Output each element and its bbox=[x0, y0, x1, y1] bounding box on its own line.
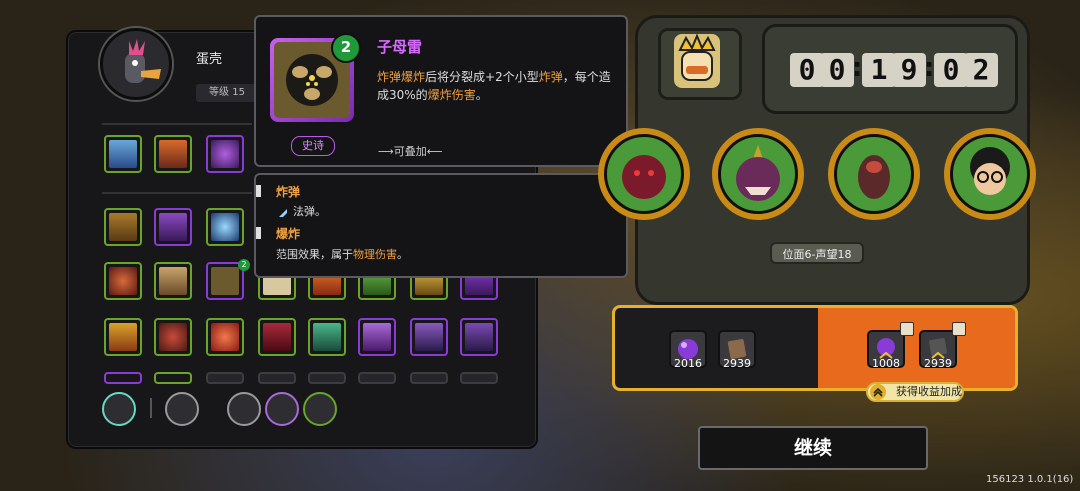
desc-keyword: 物理伤害 bbox=[353, 248, 397, 261]
empty-slot bbox=[206, 372, 244, 384]
timer-digit: 9 bbox=[892, 53, 926, 87]
reward-value: 2939 bbox=[723, 357, 751, 370]
desc-keyword: 爆炸伤害 bbox=[427, 88, 476, 102]
keyword-tooltip bbox=[254, 173, 628, 278]
timer-digit: 1 bbox=[862, 53, 896, 87]
desc-text: 。 bbox=[475, 88, 488, 102]
bonus-reward-section bbox=[818, 308, 1015, 388]
section-divider bbox=[102, 192, 252, 194]
empty-slot bbox=[358, 372, 396, 384]
demon-face-icon bbox=[622, 155, 666, 199]
desc-text: 。 bbox=[397, 248, 408, 261]
stack-count-badge: 2 bbox=[238, 259, 250, 271]
crown-king-icon bbox=[674, 33, 720, 88]
continue-button[interactable]: 继续 bbox=[698, 426, 928, 470]
filter-all-button[interactable] bbox=[102, 392, 136, 426]
filter-epic-button[interactable] bbox=[265, 392, 299, 426]
filter-weapon-button[interactable] bbox=[165, 392, 199, 426]
empty-slot bbox=[258, 372, 296, 384]
filter-nature-button[interactable] bbox=[303, 392, 337, 426]
item-stack-badge: 2 bbox=[331, 33, 361, 63]
empty-slot bbox=[460, 372, 498, 384]
empty-slot bbox=[410, 372, 448, 384]
skill-slot[interactable] bbox=[358, 318, 396, 356]
character-portrait bbox=[100, 28, 172, 100]
skill-slot[interactable] bbox=[154, 208, 192, 246]
equipped-skill-slot[interactable] bbox=[104, 135, 142, 173]
timer-digit: 0 bbox=[790, 53, 824, 87]
duck-character-icon bbox=[106, 34, 166, 94]
skill-slot[interactable] bbox=[104, 262, 142, 300]
double-chevron-up-icon bbox=[870, 384, 886, 400]
skill-slot[interactable] bbox=[104, 318, 142, 356]
skill-slot[interactable] bbox=[308, 318, 346, 356]
empty-slot bbox=[308, 372, 346, 384]
character-name: 蛋壳 bbox=[196, 52, 223, 67]
keyword-title: 炸弹 bbox=[276, 185, 301, 199]
reward-value: 2016 bbox=[674, 357, 702, 370]
spell-drop-icon bbox=[277, 204, 289, 217]
desc-keyword: 炸弹 bbox=[538, 70, 563, 84]
skill-slot[interactable] bbox=[460, 318, 498, 356]
bonus-reward-value: 2939 bbox=[924, 357, 952, 370]
keyword-description: 范围效果，属于物理伤害。 bbox=[276, 246, 408, 262]
section-divider bbox=[102, 123, 252, 125]
skill-slot[interactable] bbox=[154, 318, 192, 356]
desc-keyword: 炸弹爆炸 bbox=[377, 70, 426, 84]
keyword-title: 爆炸 bbox=[276, 227, 301, 241]
filter-divider bbox=[150, 398, 152, 418]
bonus-reward-value: 1008 bbox=[872, 357, 900, 370]
timer-colon: : bbox=[852, 53, 863, 83]
stage-position-label: 位面6-声望18 bbox=[770, 242, 864, 264]
skill-slot[interactable] bbox=[104, 372, 142, 384]
skill-slot[interactable] bbox=[410, 318, 448, 356]
keyword-description: 法弹。 bbox=[293, 205, 326, 218]
rarity-badge: 史诗 bbox=[291, 136, 335, 156]
boss-portrait[interactable] bbox=[712, 128, 804, 220]
equipped-skill-slot[interactable] bbox=[154, 135, 192, 173]
timer-digit: 0 bbox=[934, 53, 968, 87]
skill-slot[interactable] bbox=[258, 318, 296, 356]
timer-digit: 2 bbox=[964, 53, 998, 87]
skill-slot[interactable] bbox=[154, 262, 192, 300]
lock-icon bbox=[900, 322, 914, 336]
monster-face-icon bbox=[736, 145, 780, 201]
skill-slot[interactable] bbox=[206, 208, 244, 246]
human-face-icon bbox=[970, 147, 1010, 195]
skill-slot[interactable] bbox=[154, 372, 192, 384]
equipped-skill-slot[interactable] bbox=[206, 135, 244, 173]
filter-common-button[interactable] bbox=[227, 392, 261, 426]
lock-icon bbox=[952, 322, 966, 336]
character-level: 等级 15 bbox=[196, 84, 258, 102]
stackable-label: ⟶可叠加⟵ bbox=[378, 145, 443, 158]
timer-digit: 0 bbox=[820, 53, 854, 87]
boss-portrait[interactable] bbox=[944, 128, 1036, 220]
version-label: 156123 1.0.1(16) bbox=[986, 474, 1074, 485]
desc-text: 范围效果，属于 bbox=[276, 248, 353, 261]
item-title: 子母雷 bbox=[377, 38, 423, 56]
desc-text: 后将分裂成+2个小型 bbox=[425, 70, 539, 84]
boss-portrait[interactable] bbox=[828, 128, 920, 220]
beast-face-icon bbox=[858, 155, 890, 199]
keyword-marker bbox=[256, 185, 261, 197]
skill-slot[interactable] bbox=[104, 208, 142, 246]
boss-portrait[interactable] bbox=[598, 128, 690, 220]
keyword-marker bbox=[256, 227, 261, 239]
timer-colon: : bbox=[924, 53, 935, 83]
item-description: 炸弹爆炸后将分裂成+2个小型炸弹，每个造成30%的爆炸伤害。 bbox=[377, 68, 617, 104]
skill-slot[interactable] bbox=[206, 318, 244, 356]
